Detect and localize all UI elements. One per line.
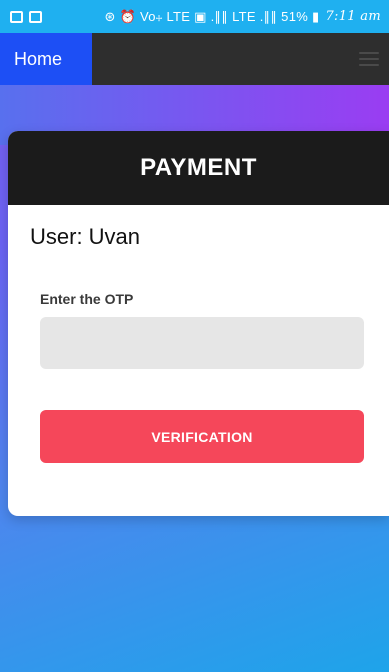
status-time: 7:11 am [325,9,381,24]
message-icon [29,10,42,23]
otp-input[interactable] [40,317,364,369]
verification-button[interactable]: VERIFICATION [40,410,364,463]
image-icon [10,10,23,23]
status-right: ⊛ ⏰ Vo⧾ LTE ▣ .∥∥ LTE .∥∥ 51% ▮ 7:11 am [104,9,381,25]
payment-title: PAYMENT [8,131,389,205]
navbar: Home [0,33,389,85]
user-name-text: User: Uvan [30,224,141,249]
otp-label: Enter the OTP [40,291,134,307]
status-left-icons [10,10,42,23]
status-bar: ⊛ ⏰ Vo⧾ LTE ▣ .∥∥ LTE .∥∥ 51% ▮ 7:11 am [0,0,389,33]
status-indicators: ⊛ ⏰ Vo⧾ LTE ▣ .∥∥ LTE .∥∥ 51% ▮ [104,8,320,24]
payment-card: PAYMENT User: Uvan Enter the OTP VERIFIC… [8,131,389,516]
nav-home-link[interactable]: Home [0,33,92,85]
hamburger-menu-icon[interactable] [359,52,379,66]
